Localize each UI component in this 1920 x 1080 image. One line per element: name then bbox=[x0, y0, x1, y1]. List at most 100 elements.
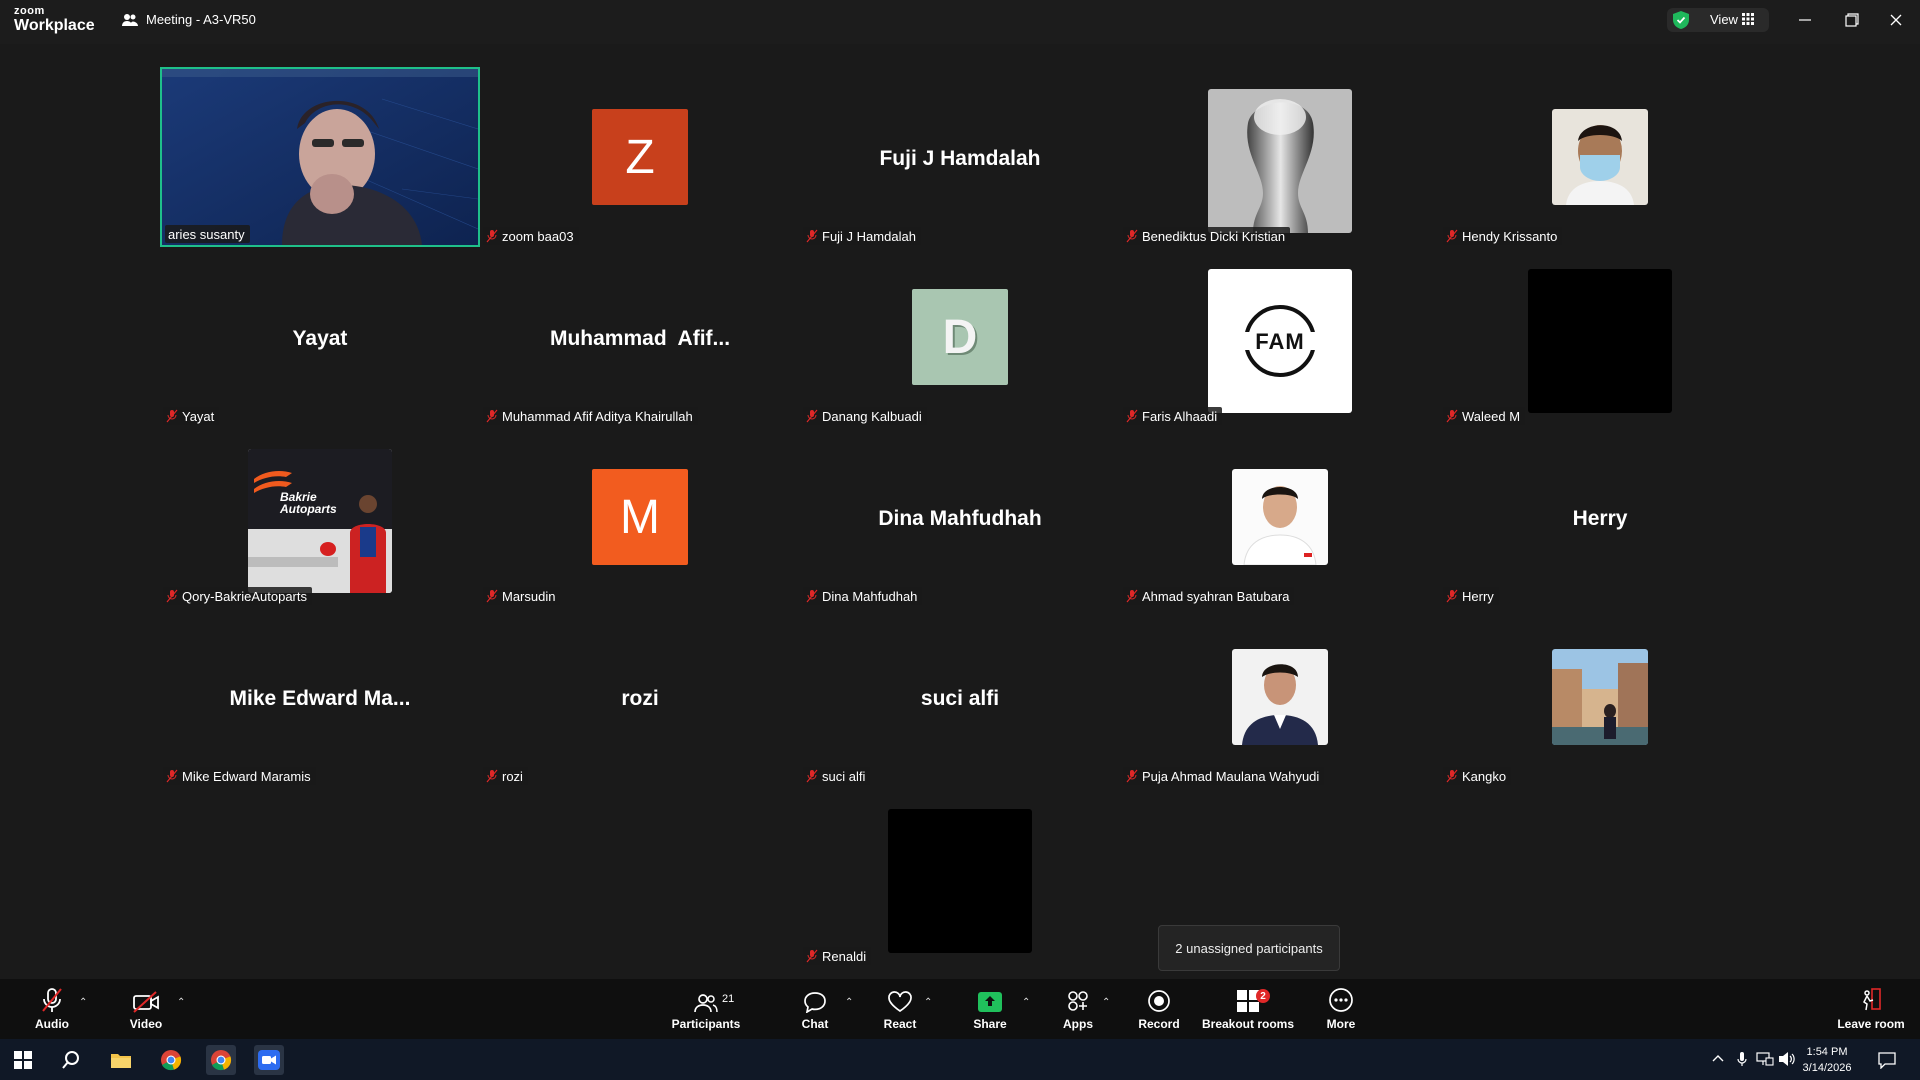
chat-options-caret-icon[interactable]: ⌃ bbox=[845, 997, 853, 1008]
participants-button[interactable]: Participants bbox=[670, 979, 742, 1039]
participant-name-tag: Waleed M bbox=[1443, 407, 1526, 425]
participant-tile-marsudin[interactable]: M Marsudin bbox=[480, 427, 800, 607]
grid-view-icon[interactable] bbox=[1742, 13, 1754, 25]
search-button[interactable] bbox=[56, 1045, 86, 1075]
tray-expand-icon[interactable] bbox=[1712, 1053, 1724, 1063]
participant-tile-rozi[interactable]: rozi rozi bbox=[480, 607, 800, 787]
participant-display-name: Herry bbox=[1572, 507, 1628, 530]
breakout-rooms-button[interactable]: Breakout rooms bbox=[1202, 979, 1294, 1039]
audio-button[interactable]: Audio bbox=[30, 979, 74, 1039]
participant-tile-zoom-baa03[interactable]: Z zoom baa03 bbox=[480, 67, 800, 247]
participant-tile-dina-mahfudhah[interactable]: Dina Mahfudhah Dina Mahfudhah bbox=[800, 427, 1120, 607]
black-photo bbox=[888, 809, 1032, 953]
apps-label: Apps bbox=[1063, 1017, 1093, 1031]
react-button[interactable]: React bbox=[880, 979, 920, 1039]
react-options-caret-icon[interactable]: ⌃ bbox=[924, 997, 932, 1008]
unassigned-participants-tooltip: 2 unassigned participants bbox=[1158, 925, 1340, 971]
participant-name: Kangko bbox=[1462, 768, 1507, 784]
restore-icon[interactable] bbox=[1839, 10, 1863, 30]
minimize-icon[interactable] bbox=[1793, 10, 1817, 30]
participant-tile-muhammad-afif[interactable]: Muhammad Afif... Muhammad Afif Aditya Kh… bbox=[480, 247, 800, 427]
participant-name-tag: Faris Alhaadi bbox=[1123, 407, 1223, 425]
participant-tile-mike-edward[interactable]: Mike Edward Ma... Mike Edward Maramis bbox=[160, 607, 480, 787]
apps-button[interactable]: Apps bbox=[1058, 979, 1098, 1039]
title-bar: zoom Workplace Meeting - A3-VR50 View bbox=[0, 0, 1920, 44]
participant-tile-faris-alhaadi[interactable]: FAM Faris Alhaadi bbox=[1120, 247, 1440, 427]
meeting-title[interactable]: Meeting - A3-VR50 bbox=[122, 12, 256, 27]
venice-photo bbox=[1552, 649, 1648, 745]
participant-display-name: rozi bbox=[621, 687, 659, 710]
video-button[interactable]: Video bbox=[124, 979, 168, 1039]
participant-tile-herry[interactable]: Herry Herry bbox=[1440, 427, 1760, 607]
portrait-photo bbox=[1232, 469, 1328, 565]
participant-tile-kangko[interactable]: Kangko bbox=[1440, 607, 1760, 787]
leave-room-button[interactable]: Leave room bbox=[1837, 979, 1905, 1039]
mic-muted-icon bbox=[42, 988, 62, 1012]
mic-muted-icon bbox=[1446, 409, 1458, 423]
mic-muted-icon bbox=[166, 589, 178, 603]
participant-tile-yayat[interactable]: Yayat Yayat bbox=[160, 247, 480, 427]
more-button[interactable]: More bbox=[1320, 979, 1362, 1039]
start-button[interactable] bbox=[8, 1045, 38, 1075]
close-icon[interactable] bbox=[1884, 10, 1908, 30]
participant-tile-fuji-j-hamdalah[interactable]: Fuji J Hamdalah Fuji J Hamdalah bbox=[800, 67, 1120, 247]
participant-tile-puja-ahmad[interactable]: Puja Ahmad Maulana Wahyudi bbox=[1120, 607, 1440, 787]
participant-tile-hendy-krissanto[interactable]: Hendy Krissanto bbox=[1440, 67, 1760, 247]
participant-tile-qory-bakrie[interactable]: Bakrie Autoparts Qory-BakrieAutoparts bbox=[160, 427, 480, 607]
participant-tile-benediktus[interactable]: Benediktus Dicki Kristian bbox=[1120, 67, 1440, 247]
record-label: Record bbox=[1138, 1017, 1180, 1031]
view-label[interactable]: View bbox=[1710, 12, 1738, 27]
participant-name-tag: Herry bbox=[1443, 587, 1499, 605]
brand-small: zoom bbox=[14, 5, 45, 17]
clock-time: 1:54 PM bbox=[1806, 1046, 1848, 1058]
mic-muted-icon bbox=[806, 949, 818, 963]
participant-name: Faris Alhaadi bbox=[1142, 408, 1218, 424]
participant-name-tag: Puja Ahmad Maulana Wahyudi bbox=[1123, 767, 1325, 785]
fam-logo-text: FAM bbox=[1255, 329, 1305, 354]
apps-options-caret-icon[interactable]: ⌃ bbox=[1102, 997, 1110, 1008]
encryption-shield-icon[interactable] bbox=[1673, 11, 1689, 29]
participants-count: 21 bbox=[722, 993, 735, 1005]
mic-muted-icon bbox=[486, 769, 498, 783]
record-button[interactable]: Record bbox=[1138, 979, 1180, 1039]
participant-tile-danang-kalbuadi[interactable]: D Danang Kalbuadi bbox=[800, 247, 1120, 427]
chat-icon bbox=[804, 992, 826, 1013]
trophy-photo bbox=[1208, 89, 1352, 233]
avatar-letter: Z bbox=[592, 109, 688, 205]
share-options-caret-icon[interactable]: ⌃ bbox=[1022, 997, 1030, 1008]
participant-tile-suci-alfi[interactable]: suci alfi suci alfi bbox=[800, 607, 1120, 787]
microphone-tray-icon[interactable] bbox=[1736, 1051, 1748, 1067]
participant-name: zoom baa03 bbox=[502, 228, 574, 244]
participant-tile-ahmad-syahran[interactable]: Ahmad syahran Batubara bbox=[1120, 427, 1440, 607]
participant-name: Renaldi bbox=[822, 948, 867, 964]
chrome-active-button[interactable] bbox=[206, 1045, 236, 1075]
chat-button[interactable]: Chat bbox=[795, 979, 835, 1039]
participant-name: Puja Ahmad Maulana Wahyudi bbox=[1142, 768, 1320, 784]
participant-tile-aries-susanty[interactable]: aries susanty bbox=[160, 67, 480, 247]
participant-video bbox=[162, 69, 478, 245]
network-icon[interactable] bbox=[1756, 1052, 1774, 1066]
video-options-caret-icon[interactable]: ⌃ bbox=[177, 997, 185, 1008]
zoom-taskbar-button[interactable] bbox=[254, 1045, 284, 1075]
avatar-letter: D bbox=[912, 289, 1008, 385]
participant-tile-waleed-m[interactable]: Waleed M bbox=[1440, 247, 1760, 427]
heart-icon bbox=[888, 991, 912, 1013]
more-icon bbox=[1329, 988, 1353, 1012]
participant-name-tag: Ahmad syahran Batubara bbox=[1123, 587, 1295, 605]
file-explorer-button[interactable] bbox=[106, 1045, 136, 1075]
participant-name: Mike Edward Maramis bbox=[182, 768, 311, 784]
participant-name: Ahmad syahran Batubara bbox=[1142, 588, 1290, 604]
video-label: Video bbox=[129, 1017, 163, 1031]
meeting-title-text: Meeting - A3-VR50 bbox=[146, 12, 256, 27]
system-clock[interactable]: 1:54 PM 3/14/2026 bbox=[1792, 1044, 1862, 1076]
participant-tile-renaldi[interactable]: Renaldi bbox=[800, 787, 1120, 967]
participant-name: Marsudin bbox=[502, 588, 556, 604]
participant-name-tag: Qory-BakrieAutoparts bbox=[163, 587, 312, 605]
share-button[interactable]: Share bbox=[970, 979, 1010, 1039]
mic-muted-icon bbox=[1446, 769, 1458, 783]
mic-muted-icon bbox=[806, 769, 818, 783]
mic-muted-icon bbox=[1446, 229, 1458, 243]
audio-options-caret-icon[interactable]: ⌃ bbox=[79, 997, 87, 1008]
chrome-button[interactable] bbox=[156, 1045, 186, 1075]
notifications-icon[interactable] bbox=[1878, 1051, 1896, 1069]
